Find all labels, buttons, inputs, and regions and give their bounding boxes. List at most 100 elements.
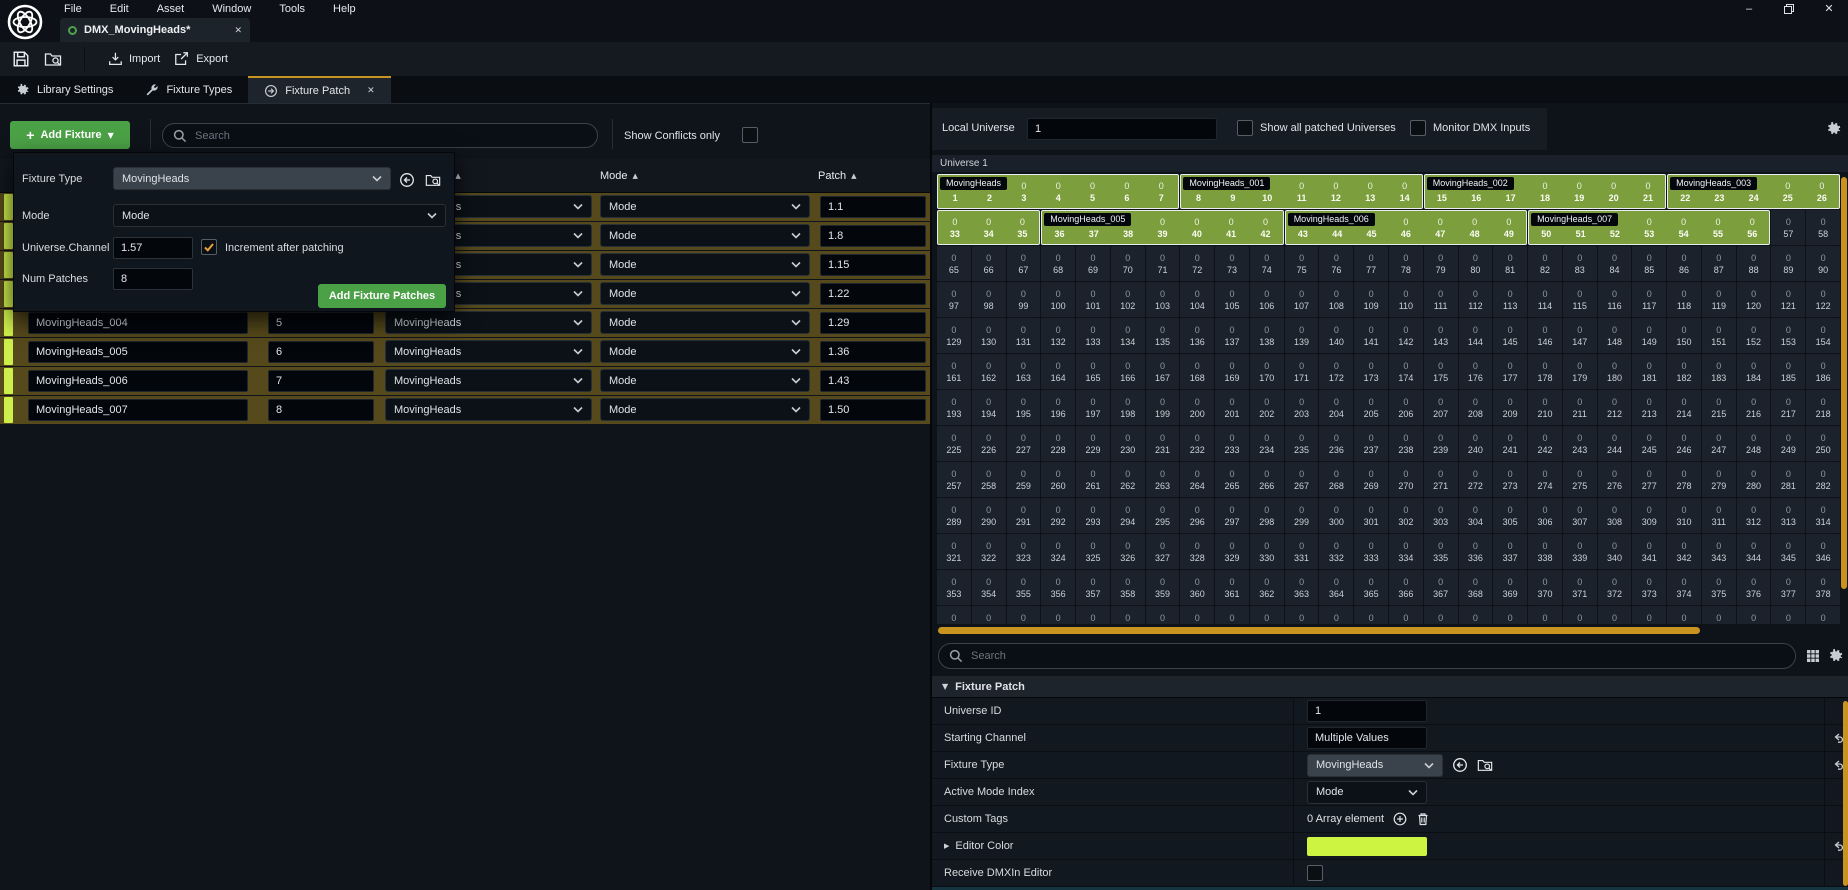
channel-cell[interactable]: 0100 <box>1041 282 1075 317</box>
close-button[interactable]: ✕ <box>1822 2 1836 15</box>
export-button[interactable]: Export <box>174 51 228 67</box>
patched-channel-group[interactable]: MovingHeads_002015016017018019020021 <box>1424 174 1666 209</box>
channel-cell[interactable]: 0297 <box>1215 498 1249 533</box>
channel-cell[interactable]: 0247 <box>1702 426 1736 461</box>
fixture-name-field[interactable]: MovingHeads_004 <box>28 312 248 334</box>
channel-cell[interactable]: 058 <box>1806 210 1840 245</box>
channel-cell[interactable]: 0357 <box>1076 570 1110 605</box>
channel-cell[interactable]: 0279 <box>1702 462 1736 497</box>
channel-cell[interactable]: 066 <box>972 246 1006 281</box>
channel-cell[interactable]: 0306 <box>1528 498 1562 533</box>
channel-cell[interactable]: 0325 <box>1076 534 1110 569</box>
channel-cell[interactable]: 0301 <box>1354 498 1388 533</box>
channel-cell[interactable]: 097 <box>937 282 971 317</box>
channel-cell[interactable]: 0185 <box>1771 354 1805 389</box>
channel-cell[interactable]: 0129 <box>937 318 971 353</box>
channel-cell[interactable]: 076 <box>1319 246 1353 281</box>
channel-cell[interactable]: 0225 <box>937 426 971 461</box>
channel-cell[interactable]: 0194 <box>972 390 1006 425</box>
channel-cell[interactable]: 0186 <box>1806 354 1840 389</box>
channel-cell[interactable]: 0177 <box>1493 354 1527 389</box>
universe-channel-input[interactable] <box>113 237 193 259</box>
channel-cell[interactable]: 0389 <box>1076 606 1110 624</box>
channel-cell[interactable]: 0167 <box>1146 354 1180 389</box>
channel-cell[interactable]: 0114 <box>1528 282 1562 317</box>
channel-cell[interactable]: 0365 <box>1354 570 1388 605</box>
channel-cell[interactable]: 0342 <box>1667 534 1701 569</box>
channel-cell[interactable]: 0291 <box>1007 498 1041 533</box>
channel-cell[interactable]: 0151 <box>1702 318 1736 353</box>
patch-value-field[interactable]: 1.29 <box>820 312 926 334</box>
channel-cell[interactable]: 0355 <box>1007 570 1041 605</box>
patch-value-field[interactable]: 1.1 <box>820 196 926 218</box>
channel-cell[interactable]: 042 <box>1248 211 1282 244</box>
header-patch[interactable]: Patch ▲ <box>818 159 857 193</box>
channel-cell[interactable]: 0404 <box>1598 606 1632 624</box>
channel-cell[interactable]: 0146 <box>1528 318 1562 353</box>
mode-dropdown[interactable]: Mode <box>113 204 446 227</box>
channel-cell[interactable]: 0227 <box>1007 426 1041 461</box>
reset-to-default-icon[interactable] <box>1832 759 1844 771</box>
channel-cell[interactable]: 0143 <box>1424 318 1458 353</box>
channel-cell[interactable]: 0153 <box>1771 318 1805 353</box>
channel-cell[interactable]: 098 <box>972 282 1006 317</box>
channel-cell[interactable]: 0273 <box>1493 462 1527 497</box>
channel-cell[interactable]: 0340 <box>1598 534 1632 569</box>
channel-cell[interactable]: 0139 <box>1285 318 1319 353</box>
channel-cell[interactable]: 0328 <box>1180 534 1214 569</box>
fixture-row[interactable]: MovingHeads_0045MovingHeadsMode1.29 <box>0 309 930 337</box>
channel-cell[interactable]: 0324 <box>1041 534 1075 569</box>
channel-cell[interactable]: 0250 <box>1806 426 1840 461</box>
channel-cell[interactable]: 0359 <box>1146 570 1180 605</box>
fixture-type-dropdown[interactable]: MovingHeads <box>385 340 592 363</box>
channel-cell[interactable]: 054 <box>1666 211 1700 244</box>
channel-cell[interactable]: 0183 <box>1702 354 1736 389</box>
channel-cell[interactable]: 053 <box>1632 211 1666 244</box>
folder-find-icon[interactable] <box>425 172 441 188</box>
channel-cell[interactable]: 0238 <box>1389 426 1423 461</box>
patched-channel-group[interactable]: MovingHeads_0010809010011012013014 <box>1180 174 1422 209</box>
channel-cell[interactable]: 0241 <box>1493 426 1527 461</box>
channel-cell[interactable]: 0303 <box>1424 498 1458 533</box>
patch-value-field[interactable]: 1.36 <box>820 341 926 363</box>
patch-value-field[interactable]: 1.8 <box>820 225 926 247</box>
channel-cell[interactable]: 0400 <box>1459 606 1493 624</box>
channel-cell[interactable]: 0240 <box>1459 426 1493 461</box>
channel-cell[interactable]: 0295 <box>1146 498 1180 533</box>
channel-cell[interactable]: 0108 <box>1319 282 1353 317</box>
add-element-icon[interactable] <box>1393 812 1407 826</box>
channel-cell[interactable]: 0265 <box>1215 462 1249 497</box>
channel-cell[interactable]: 0168 <box>1180 354 1214 389</box>
channel-cell[interactable]: 019 <box>1562 175 1596 208</box>
channel-cell[interactable]: 0368 <box>1459 570 1493 605</box>
channel-cell[interactable]: 047 <box>1423 211 1457 244</box>
channel-cell[interactable]: 0410 <box>1806 606 1840 624</box>
channel-cell[interactable]: 0184 <box>1737 354 1771 389</box>
channel-cell[interactable]: 0343 <box>1702 534 1736 569</box>
expander-triangle-icon[interactable]: ▶ <box>944 842 949 850</box>
channel-cell[interactable]: 0178 <box>1528 354 1562 389</box>
tab-fixture-types[interactable]: Fixture Types <box>129 76 248 103</box>
channel-cell[interactable]: 069 <box>1076 246 1110 281</box>
close-icon[interactable]: ✕ <box>367 85 375 96</box>
channel-cell[interactable]: 0402 <box>1528 606 1562 624</box>
channel-cell[interactable]: 0117 <box>1632 282 1666 317</box>
channel-cell[interactable]: 070 <box>1111 246 1145 281</box>
channel-cell[interactable]: 0363 <box>1285 570 1319 605</box>
channel-cell[interactable]: 0144 <box>1459 318 1493 353</box>
channel-cell[interactable]: 0263 <box>1146 462 1180 497</box>
channel-cell[interactable]: 0314 <box>1806 498 1840 533</box>
channel-cell[interactable]: 0298 <box>1250 498 1284 533</box>
channel-cell[interactable]: 082 <box>1528 246 1562 281</box>
channel-cell[interactable]: 0313 <box>1771 498 1805 533</box>
channel-cell[interactable]: 0334 <box>1389 534 1423 569</box>
channel-cell[interactable]: 0170 <box>1250 354 1284 389</box>
channel-cell[interactable]: 0398 <box>1389 606 1423 624</box>
menu-item-window[interactable]: Window <box>212 3 251 15</box>
channel-cell[interactable]: 04 <box>1041 175 1075 208</box>
import-button[interactable]: Import <box>107 51 160 67</box>
asset-tab[interactable]: DMX_MovingHeads* ✕ <box>60 18 250 42</box>
fixture-type-dropdown[interactable]: MovingHeads <box>113 167 391 190</box>
channel-cell[interactable]: 0207 <box>1424 390 1458 425</box>
channel-cell[interactable]: 0299 <box>1285 498 1319 533</box>
